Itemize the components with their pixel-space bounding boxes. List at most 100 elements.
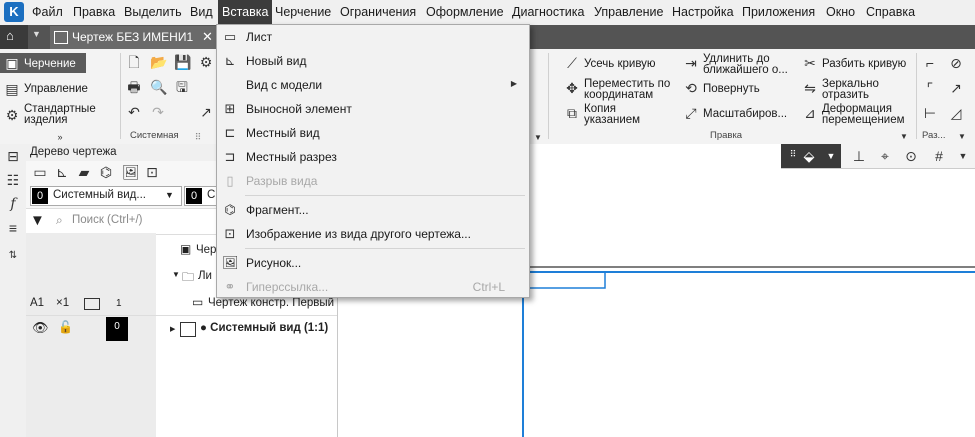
tree-node-system-view[interactable]: ● Системный вид (1:1) bbox=[200, 322, 328, 334]
group-dropdown-icon[interactable]: ▼ bbox=[896, 129, 912, 145]
new-view-icon[interactable]: ⊾ bbox=[54, 164, 70, 180]
edit-arrow-icon[interactable]: ↗ bbox=[198, 104, 214, 120]
save-icon[interactable]: 💾 bbox=[174, 54, 191, 70]
menu-item-detail-element[interactable]: ⊞ Выносной элемент bbox=[217, 98, 529, 120]
menu-item-new-view[interactable]: ⊾ Новый вид bbox=[217, 50, 529, 72]
ribbon-panel-management[interactable]: Управление bbox=[24, 83, 88, 95]
new-doc-icon[interactable]: 🗋 bbox=[126, 54, 142, 70]
mirror-button-line2[interactable]: отразить bbox=[822, 89, 869, 101]
fragment-icon[interactable]: ⌬ bbox=[98, 164, 114, 180]
fillet-icon[interactable]: ⌐ bbox=[922, 55, 938, 71]
tree-panel-icon[interactable]: ⊟ bbox=[5, 148, 21, 164]
group-dropdown-icon[interactable]: ▼ bbox=[954, 129, 970, 145]
menu-settings[interactable]: Настройка bbox=[672, 0, 734, 25]
menu-management[interactable]: Управление bbox=[594, 0, 664, 25]
view-number-badge: 0 bbox=[106, 317, 128, 341]
menu-applications[interactable]: Приложения bbox=[742, 0, 815, 25]
triangle-icon[interactable]: ◿ bbox=[948, 105, 964, 121]
copy-by-pick-button-line2[interactable]: указанием bbox=[584, 114, 640, 126]
picture-icon[interactable]: 🖼 bbox=[122, 164, 140, 180]
properties-icon[interactable]: ⚙ bbox=[198, 54, 214, 70]
menu-item-local-view[interactable]: ⊏ Местный вид bbox=[217, 122, 529, 144]
deform-icon[interactable]: ⊿ bbox=[802, 105, 818, 121]
copy-icon[interactable]: ⧉ bbox=[564, 105, 580, 121]
lock-icon[interactable]: 🔓 bbox=[58, 320, 73, 334]
menu-view[interactable]: Вид bbox=[190, 0, 213, 25]
menu-item-view-from-model[interactable]: Вид с модели ▶ bbox=[217, 74, 529, 96]
filter-icon[interactable]: ▼ bbox=[30, 212, 45, 229]
menu-insert[interactable]: Вставка bbox=[218, 0, 273, 25]
redo-icon[interactable]: ↷ bbox=[150, 104, 166, 120]
move-by-coords-button-line2[interactable]: координатам bbox=[584, 89, 653, 101]
scale-icon[interactable]: ⤢ bbox=[683, 105, 699, 121]
tree-node-sheets[interactable]: Ли bbox=[198, 270, 212, 282]
menu-file[interactable]: Файл bbox=[32, 0, 63, 25]
ortho-icon[interactable]: ⊥ bbox=[851, 148, 867, 164]
undo-icon[interactable]: ↶ bbox=[126, 104, 142, 120]
document-tab[interactable]: Чертеж БЕЗ ИМЕНИ1 ✕ bbox=[50, 26, 218, 49]
trim-curve-icon[interactable]: ⟋ bbox=[564, 55, 580, 71]
properties-panel-icon[interactable]: ☷ bbox=[5, 172, 21, 188]
menu-select[interactable]: Выделить bbox=[124, 0, 182, 25]
grip-icon: ⠿ bbox=[789, 149, 797, 159]
menu-item-sheet[interactable]: ▭ Лист bbox=[217, 26, 529, 48]
scale-button[interactable]: Масштабиров... bbox=[703, 108, 787, 120]
menu-drawing[interactable]: Черчение bbox=[275, 0, 331, 25]
menu-item-local-section[interactable]: ⊐ Местный разрез bbox=[217, 146, 529, 168]
circle-slash-icon[interactable]: ⊘ bbox=[948, 55, 964, 71]
deform-by-move-button-line2[interactable]: перемещением bbox=[822, 114, 905, 126]
tree-node-drawing[interactable]: Чер bbox=[196, 244, 216, 256]
dynamic-input-icon[interactable]: ⊙ bbox=[903, 148, 919, 164]
split-curve-button[interactable]: Разбить кривую bbox=[822, 58, 906, 70]
home-button[interactable]: ⌂ bbox=[0, 25, 28, 49]
app-logo-icon[interactable]: K bbox=[4, 2, 24, 22]
rotate-button[interactable]: Повернуть bbox=[703, 83, 760, 95]
save-all-icon[interactable]: 🖫 bbox=[174, 79, 190, 95]
ribbon-panel-parts[interactable]: изделия bbox=[24, 114, 68, 126]
trim-curve-button[interactable]: Усечь кривую bbox=[584, 58, 656, 70]
menu-edit[interactable]: Правка bbox=[73, 0, 115, 25]
print-icon[interactable]: 🖶 bbox=[126, 79, 142, 95]
chevron-down-icon[interactable]: ▼ bbox=[955, 148, 971, 164]
eye-icon[interactable]: 👁 bbox=[32, 320, 49, 336]
image-from-view-icon[interactable]: ⊡ bbox=[144, 164, 160, 180]
mirror-icon[interactable]: ⇋ bbox=[802, 80, 818, 96]
chamfer-icon[interactable]: ⌜ bbox=[922, 80, 938, 96]
arc-icon[interactable]: ↗ bbox=[948, 80, 964, 96]
local-cs-icon[interactable]: ⌖ bbox=[877, 148, 893, 164]
open-folder-icon[interactable]: 📂 bbox=[150, 54, 167, 70]
corner-icon[interactable]: ⊢ bbox=[922, 105, 938, 121]
close-tab-icon[interactable]: ✕ bbox=[202, 29, 213, 45]
expand-panel-icon[interactable]: » bbox=[52, 129, 68, 145]
preview-icon[interactable]: 🔍 bbox=[150, 79, 167, 95]
view-select[interactable]: 0 Системный вид... ▼ bbox=[30, 186, 182, 206]
sheet-icon[interactable]: ▭ bbox=[32, 164, 48, 180]
split-curve-icon[interactable]: ✂ bbox=[802, 55, 818, 71]
menu-separator bbox=[245, 248, 525, 249]
menu-item-label: Разрыв вида bbox=[246, 174, 318, 188]
extend-to-nearest-button-line2[interactable]: ближайшего о... bbox=[703, 64, 788, 76]
menu-design[interactable]: Оформление bbox=[426, 0, 504, 25]
numbering-icon[interactable]: ⇅ bbox=[5, 248, 21, 264]
snap-mode-button[interactable]: ⠿ ⬙ ▼ bbox=[781, 144, 841, 168]
search-input[interactable]: Поиск (Ctrl+/) bbox=[72, 214, 143, 226]
layer-icon[interactable]: ▰ bbox=[76, 164, 92, 180]
menu-window[interactable]: Окно bbox=[826, 0, 855, 25]
menu-diagnostics[interactable]: Диагностика bbox=[512, 0, 584, 25]
menu-item-image-from-other-drawing[interactable]: ⊡ Изображение из вида другого чертежа... bbox=[217, 223, 529, 245]
menu-item-fragment[interactable]: ⌬ Фрагмент... bbox=[217, 199, 529, 221]
grid-icon[interactable]: # bbox=[931, 148, 947, 164]
list-panel-icon[interactable]: ≡ bbox=[5, 220, 21, 236]
menu-constraints[interactable]: Ограничения bbox=[340, 0, 416, 25]
rotate-icon[interactable]: ⟲ bbox=[683, 80, 699, 96]
menu-help[interactable]: Справка bbox=[866, 0, 915, 25]
ribbon-panel-drawing[interactable]: Черчение bbox=[24, 58, 76, 70]
expand-arrow-icon[interactable]: ▼ bbox=[172, 270, 180, 279]
move-coords-icon[interactable]: ✥ bbox=[564, 80, 580, 96]
tree-node-sheet[interactable]: Чертеж констр. Первый bbox=[208, 297, 334, 309]
collapse-arrow-icon[interactable]: ▶ bbox=[170, 325, 175, 333]
extend-icon[interactable]: ⇥ bbox=[683, 55, 699, 71]
variables-fx-icon[interactable]: f bbox=[5, 196, 21, 212]
tab-list-arrow-icon[interactable]: ▼ bbox=[32, 29, 41, 39]
menu-item-picture[interactable]: 🖼 Рисунок... bbox=[217, 252, 529, 274]
